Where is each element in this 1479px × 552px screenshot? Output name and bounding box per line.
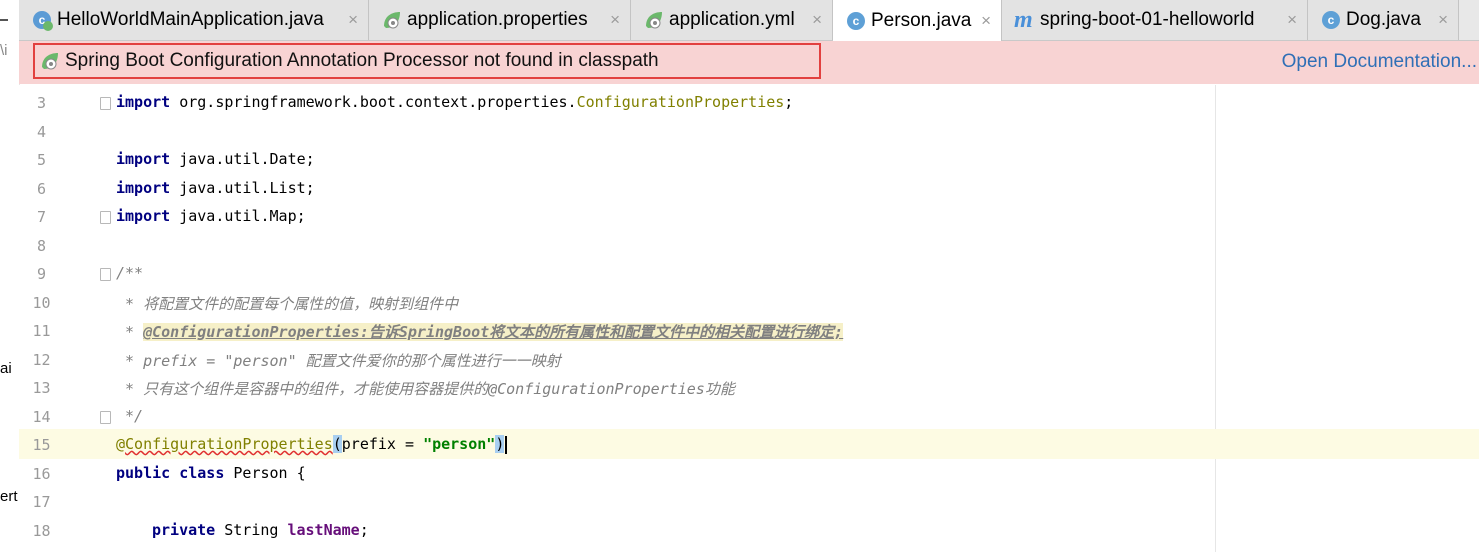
code-text: /**	[116, 264, 144, 282]
current-code-line: 15 @ConfigurationProperties(prefix = "pe…	[19, 429, 1479, 459]
close-icon[interactable]: ×	[812, 10, 822, 30]
line-number: 6	[36, 180, 47, 198]
code-line: 8	[19, 232, 1479, 260]
class-icon: c	[1320, 9, 1342, 31]
code-text: * 只有这个组件是容器中的组件，才能使用容器提供的@ConfigurationP…	[116, 380, 735, 398]
tab-label: application.yml	[669, 9, 795, 30]
spring-class-icon: c	[31, 9, 53, 31]
code-line: 13 * 只有这个组件是容器中的组件，才能使用容器提供的@Configurati…	[19, 374, 1479, 402]
line-number: 11	[32, 322, 51, 340]
code-line: 12 * prefix = "person" 配置文件爱你的那个属性进行一一映射	[19, 346, 1479, 374]
fold-icon[interactable]	[100, 268, 111, 281]
spring-boot-icon	[39, 50, 61, 72]
code-line: 4	[19, 118, 1479, 146]
spring-properties-icon	[381, 9, 403, 31]
tab-label: Dog.java	[1346, 9, 1421, 30]
editor-tab-bar: c HelloWorldMainApplication.java × appli…	[19, 0, 1479, 41]
close-icon[interactable]: ×	[610, 10, 620, 30]
code-line: 7 import java.util.Map;	[19, 203, 1479, 231]
close-icon[interactable]: ×	[348, 10, 358, 30]
tab-dog-java[interactable]: c Dog.java ×	[1308, 0, 1459, 40]
maven-module-icon: m	[1014, 7, 1033, 33]
code-text: import org.springframework.boot.context.…	[116, 93, 794, 111]
tab-label: application.properties	[407, 9, 588, 30]
spring-yml-icon	[643, 9, 665, 31]
fold-icon[interactable]	[100, 97, 111, 110]
code-line: 6 import java.util.List;	[19, 175, 1479, 203]
line-number: 9	[36, 265, 47, 283]
line-number: 10	[32, 294, 51, 312]
line-number: 12	[32, 351, 51, 369]
line-number: 17	[32, 493, 51, 511]
line-number: 15	[32, 436, 51, 454]
class-icon: c	[845, 10, 867, 32]
line-number: 8	[36, 237, 47, 255]
tab-label: spring-boot-01-helloworld	[1040, 9, 1255, 30]
tab-hello-world-main-application[interactable]: c HelloWorldMainApplication.java ×	[19, 0, 369, 40]
line-number: 4	[36, 123, 47, 141]
tab-person-java[interactable]: c Person.java ×	[833, 0, 1002, 41]
fold-icon[interactable]	[100, 211, 111, 224]
code-text: import java.util.Date;	[116, 150, 315, 168]
project-panel-fragment: \i	[0, 42, 8, 59]
code-line: 18 private String lastName;	[19, 517, 1479, 545]
tab-application-properties[interactable]: application.properties ×	[369, 0, 631, 40]
code-text: * @ConfigurationProperties:告诉SpringBoot将…	[116, 323, 844, 341]
code-text: private String lastName;	[152, 521, 369, 539]
line-number: 13	[32, 379, 51, 397]
line-number: 14	[32, 408, 51, 426]
line-number: 7	[36, 208, 47, 226]
banner-highlight-box: Spring Boot Configuration Annotation Pro…	[33, 43, 821, 79]
project-panel-edge: \i ai ert	[0, 0, 20, 552]
code-text: import java.util.List;	[116, 179, 315, 197]
code-editor[interactable]: 3 import org.springframework.boot.contex…	[19, 85, 1479, 552]
text-caret	[505, 435, 508, 454]
line-number: 5	[36, 151, 47, 169]
code-line: 5 import java.util.Date;	[19, 146, 1479, 174]
code-line: 16 public class Person {	[19, 460, 1479, 488]
tab-label: Person.java	[871, 9, 972, 31]
code-text: public class Person {	[116, 464, 306, 482]
code-text: import java.util.Map;	[116, 207, 306, 225]
close-icon[interactable]: ×	[1287, 10, 1297, 30]
line-number: 18	[32, 522, 51, 540]
code-text: * prefix = "person" 配置文件爱你的那个属性进行一一映射	[116, 352, 561, 370]
close-icon[interactable]: ×	[981, 11, 991, 31]
tab-application-yml[interactable]: application.yml ×	[631, 0, 833, 40]
code-line: 9 /**	[19, 260, 1479, 288]
line-number: 16	[32, 465, 51, 483]
project-panel-fragment: ert	[0, 488, 18, 505]
code-line: 14 */	[19, 403, 1479, 431]
code-line: 11 * @ConfigurationProperties:告诉SpringBo…	[19, 317, 1479, 345]
fold-icon[interactable]	[100, 411, 111, 424]
code-text: */	[116, 407, 144, 425]
open-documentation-link[interactable]: Open Documentation...	[1282, 51, 1477, 73]
code-text: * 将配置文件的配置每个属性的值，映射到组件中	[116, 295, 459, 313]
code-text: @ConfigurationProperties(prefix = "perso…	[116, 435, 508, 454]
code-line: 10 * 将配置文件的配置每个属性的值，映射到组件中	[19, 289, 1479, 317]
tab-spring-boot-01-helloworld[interactable]: m spring-boot-01-helloworld ×	[1002, 0, 1308, 40]
tab-label: HelloWorldMainApplication.java	[57, 9, 324, 30]
notification-banner: Spring Boot Configuration Annotation Pro…	[19, 41, 1479, 84]
banner-message: Spring Boot Configuration Annotation Pro…	[65, 50, 659, 71]
close-icon[interactable]: ×	[1438, 10, 1448, 30]
project-panel-fragment: ai	[0, 360, 12, 377]
minimize-icon[interactable]	[0, 19, 8, 21]
unresolved-annotation: ConfigurationProperties	[125, 435, 333, 453]
line-number: 3	[36, 94, 47, 112]
code-line: 17	[19, 488, 1479, 516]
code-line: 3 import org.springframework.boot.contex…	[19, 89, 1479, 117]
